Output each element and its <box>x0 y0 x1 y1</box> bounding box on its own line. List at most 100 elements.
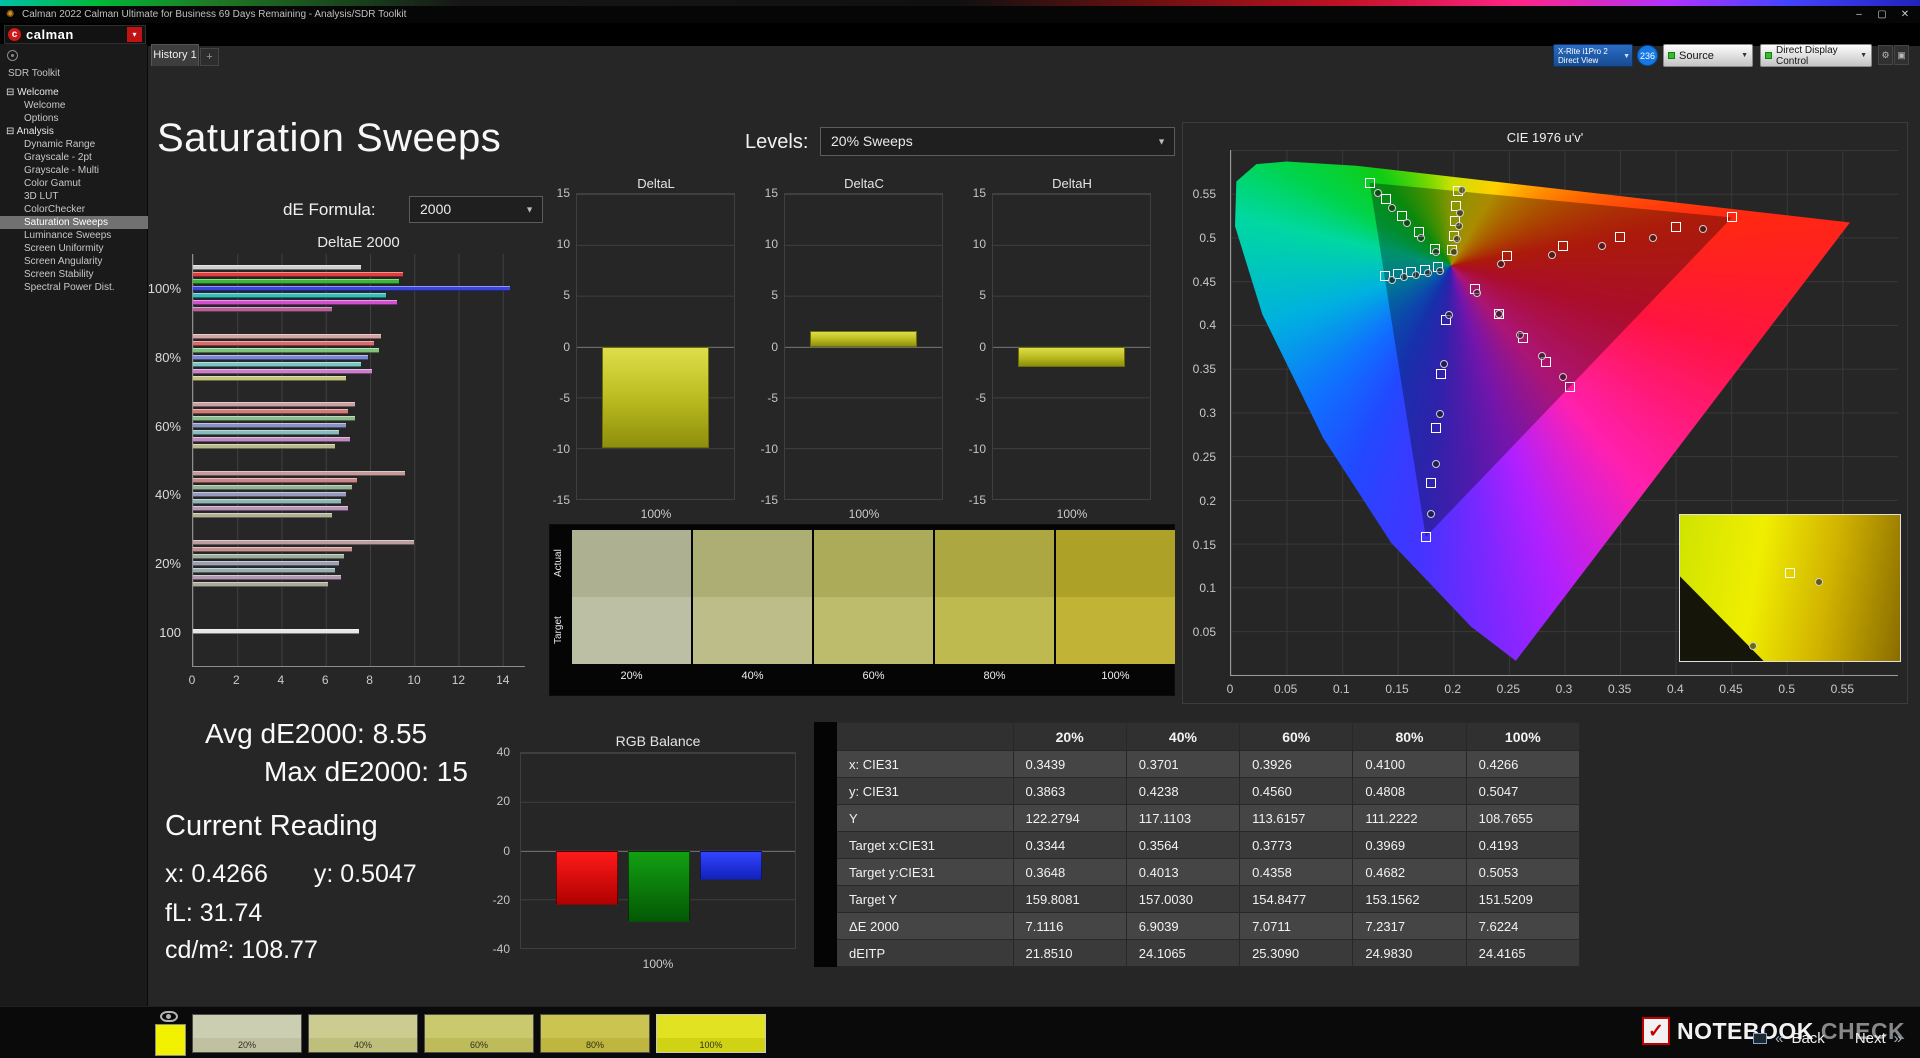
table-row-target-y-cie31: Target y:CIE310.36480.40130.43580.46820.… <box>815 859 1580 886</box>
deltae-bar <box>193 506 348 511</box>
sidebar-item-color-gamut[interactable]: Color Gamut <box>0 177 148 190</box>
sidebar-item-analysis[interactable]: ⊟ Analysis <box>0 125 148 138</box>
deltae-group-60 <box>193 391 525 460</box>
rgb-bar-green <box>628 851 690 922</box>
deltae-chart <box>192 254 525 667</box>
measurement-marker <box>1516 331 1524 339</box>
add-tab-button[interactable]: + <box>200 48 219 66</box>
deltac-bar <box>810 331 917 346</box>
measurement-table: 20%40%60%80%100%x: CIE310.34390.37010.39… <box>814 722 1580 967</box>
sidebar-title: SDR Toolkit <box>8 68 60 79</box>
deltae-bar <box>193 369 372 374</box>
measurement-marker <box>1495 310 1503 318</box>
table-header-20: 20% <box>1013 723 1126 751</box>
sidebar-item-welcome[interactable]: ⊟ Welcome <box>0 86 148 99</box>
swatch-label: 80% <box>935 664 1054 692</box>
back-button[interactable]: Back <box>1791 1030 1824 1047</box>
chart-deltac: DeltaC151050-5-10-15100% <box>738 176 944 528</box>
actual-swatch <box>935 530 1054 597</box>
sidebar-item-options[interactable]: Options <box>0 112 148 125</box>
sidebar-item-colorchecker[interactable]: ColorChecker <box>0 203 148 216</box>
measurement-marker <box>1374 189 1382 197</box>
measurement-marker <box>1445 311 1453 319</box>
calman-logo-menu[interactable]: c calman ▾ <box>4 25 146 44</box>
target-swatch <box>935 597 1054 664</box>
sidebar-item-grayscale-multi[interactable]: Grayscale - Multi <box>0 164 148 177</box>
current-y: y: 0.5047 <box>314 860 417 888</box>
measurement-marker <box>1699 225 1707 233</box>
actual-row-label: Actual <box>553 530 569 597</box>
back-arrow-icon: « <box>1775 1030 1783 1047</box>
deltae-bar <box>193 376 346 381</box>
measurement-marker <box>1456 209 1464 217</box>
sidebar-item-saturation-sweeps[interactable]: Saturation Sweeps <box>0 216 148 229</box>
measurement-marker <box>1432 460 1440 468</box>
max-de2000: Max dE2000: 15 <box>264 756 468 788</box>
sidebar-item-luminance-sweeps[interactable]: Luminance Sweeps <box>0 229 148 242</box>
patch-tile-100[interactable]: 100% <box>656 1014 766 1053</box>
deltae-bar <box>193 362 361 367</box>
sidebar-item-screen-angularity[interactable]: Screen Angularity <box>0 255 148 268</box>
eye-icon[interactable] <box>160 1011 178 1022</box>
current-xy: x: 0.4266 y: 0.5047 <box>165 860 417 889</box>
patch-tile-60[interactable]: 60% <box>424 1014 534 1053</box>
deltae-bar <box>193 423 346 428</box>
measurement-marker <box>1455 222 1463 230</box>
target-marker <box>1502 251 1512 261</box>
de-formula-select[interactable]: 2000 ▼ <box>409 196 543 223</box>
table-header-100: 100% <box>1466 723 1579 751</box>
swatch-column-60: 60% <box>814 530 933 692</box>
levels-value: 20% Sweeps <box>831 133 913 149</box>
sidebar-item-dynamic-range[interactable]: Dynamic Range <box>0 138 148 151</box>
avg-de2000: Avg dE2000: 8.55 <box>205 718 427 750</box>
sidebar-item-screen-stability[interactable]: Screen Stability <box>0 268 148 281</box>
swatch-column-80: 80% <box>935 530 1054 692</box>
sidebar-item-grayscale-2pt[interactable]: Grayscale - 2pt <box>0 151 148 164</box>
deltae-tick-label: 100 <box>138 598 188 667</box>
rgb-balance-chart: RGB Balance 40200-20-40 100% <box>470 733 800 978</box>
target-swatch <box>693 597 812 664</box>
patch-filmstrip: 20% 40% 60%80%100% <box>0 1006 1920 1058</box>
patch-tiles: 20% 40% 60%80%100% <box>192 1014 766 1053</box>
current-reading-title: Current Reading <box>165 810 378 843</box>
cie-zoom-inset <box>1679 514 1901 662</box>
patch-tile-label: 40% <box>309 1040 417 1050</box>
sidebar-options-icon[interactable] <box>7 50 18 61</box>
patch-tile-40[interactable]: 40% <box>308 1014 418 1053</box>
patch-tile-80[interactable]: 80% <box>540 1014 650 1053</box>
gear-icon[interactable]: ⚙ <box>1878 45 1893 65</box>
table-row-y-cie31: y: CIE310.38630.42380.45600.48080.5047 <box>815 778 1580 805</box>
next-button[interactable]: Next <box>1855 1030 1886 1047</box>
sidebar-item-welcome[interactable]: Welcome <box>0 99 148 112</box>
sidebar-item-3d-lut[interactable]: 3D LUT <box>0 190 148 203</box>
minimize-button[interactable]: – <box>1848 6 1870 23</box>
calman-logo-icon: c <box>8 28 21 41</box>
inset-point-marker <box>1749 642 1757 650</box>
measurement-marker <box>1427 510 1435 518</box>
tab-history-1[interactable]: History 1 <box>151 44 199 66</box>
display-control-dropdown[interactable]: Direct Display Control ▼ <box>1760 44 1872 67</box>
maximize-button[interactable]: ▢ <box>1871 6 1893 23</box>
screen-icon[interactable]: ▣ <box>1894 45 1909 65</box>
chevron-down-icon: ▼ <box>1741 52 1748 59</box>
measurement-marker <box>1388 276 1396 284</box>
measurement-marker <box>1598 242 1606 250</box>
sidebar-item-screen-uniformity[interactable]: Screen Uniformity <box>0 242 148 255</box>
deltae-bar <box>193 416 355 421</box>
sidebar-item-spectral-power-dist[interactable]: Spectral Power Dist. <box>0 281 148 294</box>
cie-chromaticity-chart <box>1230 150 1898 676</box>
deltae-bar <box>193 348 379 353</box>
deltae-x-axis: 02468101214 <box>192 673 525 689</box>
current-x: x: 0.4266 <box>165 860 268 888</box>
source-dropdown[interactable]: Source ▼ <box>1663 44 1753 67</box>
meter-dropdown[interactable]: X-Rite i1Pro 2 Direct View ▼ <box>1553 44 1633 67</box>
target-marker <box>1365 178 1375 188</box>
target-row-label: Target <box>553 597 569 664</box>
close-button[interactable]: ✕ <box>1894 6 1916 23</box>
measurement-marker <box>1412 271 1420 279</box>
patch-tile-20[interactable]: 20% <box>192 1014 302 1053</box>
target-swatch <box>1056 597 1175 664</box>
logo-dropdown-icon[interactable]: ▾ <box>127 27 142 42</box>
current-patch-swatch[interactable] <box>155 1024 186 1056</box>
levels-select[interactable]: 20% Sweeps ▼ <box>820 127 1175 156</box>
